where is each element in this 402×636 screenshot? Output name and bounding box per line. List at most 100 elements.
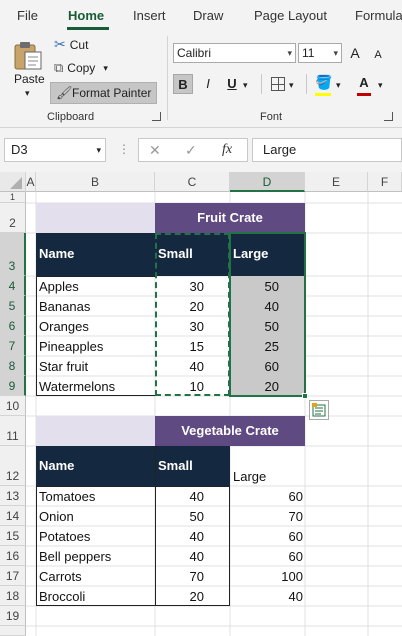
dialog-launcher-icon[interactable] xyxy=(152,112,161,121)
veg-small-cell[interactable]: 40 xyxy=(155,546,230,566)
row-header-15[interactable]: 15 xyxy=(0,526,26,546)
fruit-name-cell[interactable]: Bananas xyxy=(36,296,155,316)
row-header-13[interactable]: 13 xyxy=(0,486,26,506)
veg-small-cell[interactable]: 40 xyxy=(155,486,230,506)
cut-button[interactable]: ✂ Cut xyxy=(54,36,88,53)
veg-small-cell[interactable]: 70 xyxy=(155,566,230,586)
font-group-label: Font xyxy=(260,111,283,123)
fruit-title-blank-cell[interactable] xyxy=(36,203,155,233)
row-header-20[interactable] xyxy=(0,626,26,636)
italic-button[interactable]: I xyxy=(198,74,218,94)
insert-function-button[interactable]: fx xyxy=(222,142,232,158)
paste-label: Paste xyxy=(14,72,45,86)
tab-home[interactable]: Home xyxy=(68,8,104,23)
row-header-1[interactable]: 1 xyxy=(0,192,26,203)
row-number: 1 xyxy=(9,192,15,202)
column-header-b[interactable]: B xyxy=(36,172,155,192)
font-size-select[interactable]: 11 ▾ xyxy=(298,43,342,63)
fruit-name-cell[interactable]: Apples xyxy=(36,276,155,296)
fill-handle[interactable] xyxy=(302,393,308,399)
veg-header-name[interactable]: Name xyxy=(36,446,155,486)
row-header-3[interactable]: 3 xyxy=(0,233,26,276)
veg-large-cell[interactable]: 60 xyxy=(230,546,305,566)
row-header-17[interactable]: 17 xyxy=(0,566,26,586)
name-box[interactable]: D3 ▾ xyxy=(4,138,106,162)
veg-header-small[interactable]: Small xyxy=(155,446,230,486)
formula-bar: D3 ▾ ⋮ ✕ ✓ fx Large xyxy=(0,128,402,172)
fruit-name-cell[interactable]: Oranges xyxy=(36,316,155,336)
column-header-a[interactable]: A xyxy=(26,172,36,192)
column-header-d[interactable]: D xyxy=(230,172,305,192)
veg-large-cell[interactable]: 40 xyxy=(230,586,305,606)
veg-large-cell[interactable]: 60 xyxy=(230,526,305,546)
cut-label: Cut xyxy=(69,37,89,52)
font-color-button[interactable]: A xyxy=(354,73,374,93)
veg-name-cell[interactable]: Potatoes xyxy=(36,526,155,546)
tab-formulas[interactable]: Formula xyxy=(355,8,402,23)
font-name-select[interactable]: Calibri ▾ xyxy=(173,43,296,63)
veg-title-blank-cell[interactable] xyxy=(36,416,155,446)
veg-large-cell[interactable]: 60 xyxy=(230,486,305,506)
row-header-14[interactable]: 14 xyxy=(0,506,26,526)
veg-large-cell[interactable]: 70 xyxy=(230,506,305,526)
column-header-f[interactable]: F xyxy=(368,172,402,192)
dialog-launcher-icon[interactable] xyxy=(384,112,393,121)
group-divider xyxy=(167,36,168,120)
column-header-e[interactable]: E xyxy=(305,172,368,192)
row-header-18[interactable]: 18 xyxy=(0,586,26,606)
veg-name-cell[interactable]: Onion xyxy=(36,506,155,526)
row-header-11[interactable]: 11 xyxy=(0,416,26,446)
fill-color-icon[interactable]: 🪣 xyxy=(315,74,332,91)
row-header-10[interactable]: 10 xyxy=(0,396,26,416)
veg-name-cell[interactable]: Broccoli xyxy=(36,586,155,606)
bold-button[interactable]: B xyxy=(173,74,193,94)
chevron-down-icon: ▾ xyxy=(103,62,108,73)
fruit-name-cell[interactable]: Watermelons xyxy=(36,376,155,396)
tab-draw[interactable]: Draw xyxy=(193,8,223,23)
row-header-12[interactable]: 12 xyxy=(0,446,26,486)
tab-page-layout[interactable]: Page Layout xyxy=(254,8,327,23)
formula-input[interactable]: Large xyxy=(252,138,402,162)
more-options-icon: ⋮ xyxy=(118,142,130,156)
fruit-table-title[interactable]: Fruit Crate xyxy=(155,203,305,233)
enter-icon[interactable]: ✓ xyxy=(185,142,197,159)
veg-name-cell[interactable]: Bell peppers xyxy=(36,546,155,566)
fruit-name-cell[interactable]: Star fruit xyxy=(36,356,155,376)
row-header-19[interactable]: 19 xyxy=(0,606,26,626)
tab-insert[interactable]: Insert xyxy=(133,8,166,23)
veg-small-cell[interactable]: 20 xyxy=(155,586,230,606)
clipboard-group-label: Clipboard xyxy=(47,111,95,123)
fruit-header-name[interactable]: Name xyxy=(36,233,155,276)
chevron-down-icon: ▾ xyxy=(333,48,338,58)
format-painter-button[interactable]: 🖌 Format Painter xyxy=(50,82,157,104)
tab-file[interactable]: File xyxy=(17,8,38,23)
veg-name-cell[interactable]: Tomatoes xyxy=(36,486,155,506)
veg-table-title[interactable]: Vegetable Crate xyxy=(155,416,305,446)
row-header-4[interactable]: 4 xyxy=(0,276,26,296)
column-header-c[interactable]: C xyxy=(155,172,230,192)
chevron-down-icon: ▾ xyxy=(289,80,294,90)
decrease-font-size-button[interactable]: A xyxy=(368,45,388,65)
name-box-value: D3 xyxy=(11,142,28,157)
row-header-8[interactable]: 8 xyxy=(0,356,26,376)
row-header-16[interactable]: 16 xyxy=(0,546,26,566)
row-header-2[interactable]: 2 xyxy=(0,203,26,233)
cancel-icon[interactable]: ✕ xyxy=(149,142,161,159)
borders-icon[interactable] xyxy=(271,77,285,91)
quick-analysis-button[interactable] xyxy=(309,400,329,420)
veg-small-cell[interactable]: 50 xyxy=(155,506,230,526)
veg-small-cell[interactable]: 40 xyxy=(155,526,230,546)
row-header-6[interactable]: 6 xyxy=(0,316,26,336)
row-header-9[interactable]: 9 xyxy=(0,376,26,396)
fruit-name-cell[interactable]: Pineapples xyxy=(36,336,155,356)
veg-header-large[interactable]: Large xyxy=(230,446,305,486)
row-header-7[interactable]: 7 xyxy=(0,336,26,356)
underline-button[interactable]: U xyxy=(222,74,242,94)
increase-font-size-button[interactable]: A xyxy=(345,43,365,63)
veg-name-cell[interactable]: Carrots xyxy=(36,566,155,586)
veg-large-cell[interactable]: 100 xyxy=(230,566,305,586)
copy-label: Copy xyxy=(67,61,96,75)
select-all-corner[interactable] xyxy=(0,172,26,192)
row-header-5[interactable]: 5 xyxy=(0,296,26,316)
copy-button[interactable]: ⧉ Copy ▾ xyxy=(54,60,108,76)
